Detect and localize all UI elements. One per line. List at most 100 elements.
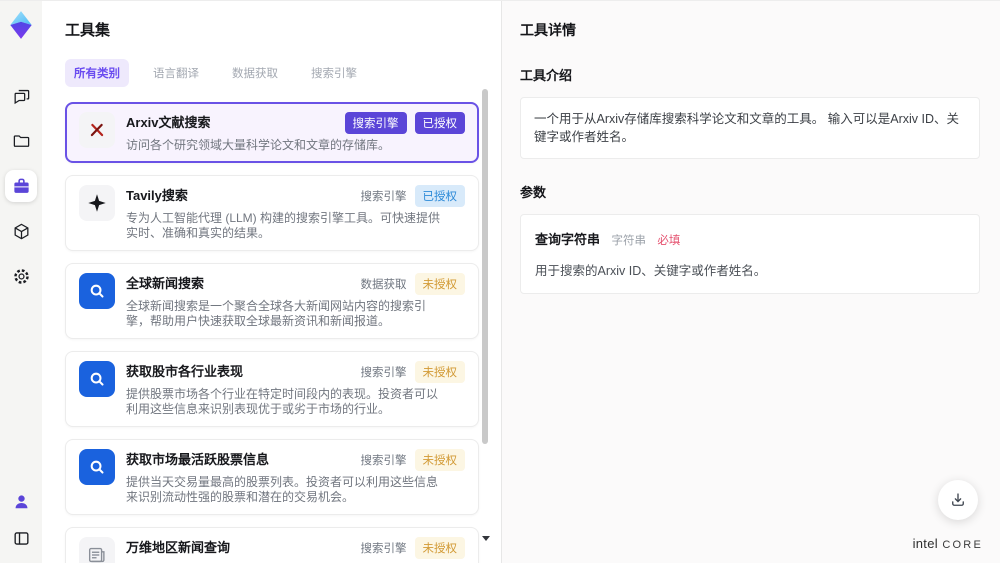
tool-auth-badge: 未授权 (414, 537, 465, 559)
search-globe-icon (90, 284, 104, 298)
tool-name: 获取股市各行业表现 (126, 364, 244, 379)
tool-auth-badge: 未授权 (414, 449, 465, 471)
tool-list-item[interactable]: 获取股市各行业表现 搜索引擎 未授权 提供股票市场各个行业在特定时间段内的表现。… (65, 351, 479, 427)
sidebar-nav (5, 80, 37, 292)
tool-body: 万维地区新闻查询 搜索引擎 未授权 查询具体行政区划内的新闻，快速了解各地新闻动 (126, 537, 465, 563)
tool-auth-badge: 已授权 (414, 185, 465, 207)
tool-body: 获取市场最活跃股票信息 搜索引擎 未授权 提供当天交易量最高的股票列表。投资者可… (126, 449, 465, 505)
intro-heading: 工具介绍 (520, 68, 573, 83)
sidebar-item-chat[interactable] (5, 80, 37, 112)
intro-text: 一个用于从Arxiv存储库搜索科学论文和文章的工具。 输入可以是Arxiv ID… (534, 112, 960, 144)
tool-name: Tavily搜索 (126, 188, 188, 203)
arxiv-logo-icon (90, 123, 104, 137)
intel-core-logo: intel CORE (913, 535, 983, 553)
sidebar-bottom (8, 488, 34, 551)
tool-description: 专为人工智能代理 (LLM) 构建的搜索引擎工具。可快速提供实时、准确和真实的结… (126, 211, 441, 240)
tool-tags: 搜索引擎 未授权 (360, 361, 465, 383)
tool-tags: 搜索引擎 已授权 (344, 112, 465, 134)
gear-icon (13, 268, 29, 284)
param-required-badge: 必填 (657, 235, 681, 247)
intro-card: 一个用于从Arxiv存储库搜索科学论文和文章的工具。 输入可以是Arxiv ID… (520, 97, 980, 159)
tool-description: 提供当天交易量最高的股票列表。投资者可以利用这些信息来识别流动性强的股票和潜在的… (126, 475, 439, 504)
tool-icon (79, 449, 115, 485)
param-header: 查询字符串 字符串 必填 (535, 229, 965, 249)
param-name: 查询字符串 (535, 232, 601, 247)
tool-auth-badge: 未授权 (414, 273, 465, 295)
sidebar-item-tools[interactable] (5, 170, 37, 202)
tool-name: 全球新闻搜索 (126, 276, 205, 291)
tool-list-item[interactable]: 全球新闻搜索 数据获取 未授权 全球新闻搜索是一个聚合全球各大新闻网站内容的搜索… (65, 263, 479, 339)
scroll-down-caret[interactable] (482, 536, 490, 541)
tool-category-tag: 数据获取 (360, 279, 407, 291)
user-avatar[interactable] (8, 488, 34, 514)
tool-category-tag: 搜索引擎 (360, 367, 407, 379)
tool-tags: 搜索引擎 已授权 (360, 185, 465, 207)
tab-language-translation[interactable]: 语言翻译 (144, 59, 208, 87)
tavily-star-icon (88, 194, 106, 212)
user-icon (15, 494, 27, 508)
tool-body: Arxiv文献搜索 搜索引擎 已授权 访问各个研究领域大量科学论文和文章的存储库… (126, 112, 465, 153)
sidebar-item-files[interactable] (5, 125, 37, 157)
list-scrollbar[interactable] (482, 89, 488, 533)
tool-description: 提供股票市场各个行业在特定时间段内的表现。投资者可以利用这些信息来识别表现优于或… (126, 387, 439, 416)
tool-category-tag: 搜索引擎 (344, 112, 407, 134)
tool-description: 访问各个研究领域大量科学论文和文章的存储库。 (126, 138, 391, 152)
scrollbar-thumb[interactable] (482, 89, 488, 444)
panel-toggle-icon (13, 531, 29, 545)
tab-all-categories[interactable]: 所有类别 (65, 59, 129, 87)
tool-icon (79, 537, 115, 563)
folder-icon (13, 134, 29, 147)
download-button[interactable] (938, 480, 978, 520)
sidebar-item-models[interactable] (5, 215, 37, 247)
app-logo[interactable] (6, 10, 36, 40)
category-tabs: 所有类别 语言翻译 数据获取 搜索引擎 (65, 59, 501, 87)
tools-panel: 工具集 所有类别 语言翻译 数据获取 搜索引擎 Arxiv文献搜索 搜索引擎 已授权 … (42, 1, 502, 563)
tool-description: 全球新闻搜索是一个聚合全球各大新闻网站内容的搜索引擎，帮助用户快速获取全球最新资… (126, 299, 427, 328)
app-root: 工具集 所有类别 语言翻译 数据获取 搜索引擎 Arxiv文献搜索 搜索引擎 已授权 … (0, 0, 1000, 563)
core-wordmark: CORE (942, 539, 983, 551)
param-type: 字符串 (611, 235, 646, 247)
tool-auth-badge: 已授权 (414, 112, 465, 134)
tool-category-tag: 搜索引擎 (360, 455, 407, 467)
tool-body: Tavily搜索 搜索引擎 已授权 专为人工智能代理 (LLM) 构建的搜索引擎… (126, 185, 465, 241)
tool-tags: 搜索引擎 未授权 (360, 449, 465, 471)
chat-icon (14, 89, 29, 104)
tool-tags: 数据获取 未授权 (360, 273, 465, 295)
tool-list-item[interactable]: 万维地区新闻查询 搜索引擎 未授权 查询具体行政区划内的新闻，快速了解各地新闻动 (65, 527, 479, 563)
tool-list: Arxiv文献搜索 搜索引擎 已授权 访问各个研究领域大量科学论文和文章的存储库… (65, 102, 479, 563)
param-card: 查询字符串 字符串 必填 用于搜索的Arxiv ID、关键字或作者姓名。 (520, 214, 980, 294)
collapse-panel-button[interactable] (8, 525, 34, 551)
details-title: 工具详情 (520, 22, 576, 38)
tool-name: 获取市场最活跃股票信息 (126, 452, 270, 467)
cube-icon (14, 223, 28, 239)
download-icon (952, 493, 964, 506)
tool-body: 获取股市各行业表现 搜索引擎 未授权 提供股票市场各个行业在特定时间段内的表现。… (126, 361, 465, 417)
tool-tags: 搜索引擎 未授权 (360, 537, 465, 559)
sidebar (0, 1, 42, 563)
tool-icon (79, 361, 115, 397)
tab-search-engine[interactable]: 搜索引擎 (302, 59, 366, 87)
sidebar-item-settings[interactable] (5, 260, 37, 292)
params-heading: 参数 (520, 185, 547, 200)
page-title: 工具集 (65, 22, 111, 39)
tab-data-fetch[interactable]: 数据获取 (223, 59, 287, 87)
tool-icon (79, 273, 115, 309)
param-description: 用于搜索的Arxiv ID、关键字或作者姓名。 (535, 264, 767, 278)
tool-name: Arxiv文献搜索 (126, 115, 211, 130)
tool-list-item[interactable]: 获取市场最活跃股票信息 搜索引擎 未授权 提供当天交易量最高的股票列表。投资者可… (65, 439, 479, 515)
tool-category-tag: 搜索引擎 (360, 543, 407, 555)
tool-list-item[interactable]: Arxiv文献搜索 搜索引擎 已授权 访问各个研究领域大量科学论文和文章的存储库… (65, 102, 479, 163)
tool-icon (79, 185, 115, 221)
tool-category-tag: 搜索引擎 (360, 191, 407, 203)
tool-body: 全球新闻搜索 数据获取 未授权 全球新闻搜索是一个聚合全球各大新闻网站内容的搜索… (126, 273, 465, 329)
diamond-logo-icon (10, 11, 32, 39)
search-globe-icon (90, 460, 104, 474)
search-globe-icon (90, 372, 104, 386)
tool-details-panel: 工具详情 工具介绍 一个用于从Arxiv存储库搜索科学论文和文章的工具。 输入可… (502, 1, 1000, 563)
tool-list-item[interactable]: Tavily搜索 搜索引擎 已授权 专为人工智能代理 (LLM) 构建的搜索引擎… (65, 175, 479, 251)
intel-wordmark: intel (912, 536, 938, 551)
tool-name: 万维地区新闻查询 (126, 540, 231, 555)
newspaper-icon (88, 547, 105, 563)
tool-auth-badge: 未授权 (414, 361, 465, 383)
tool-icon (79, 112, 115, 148)
